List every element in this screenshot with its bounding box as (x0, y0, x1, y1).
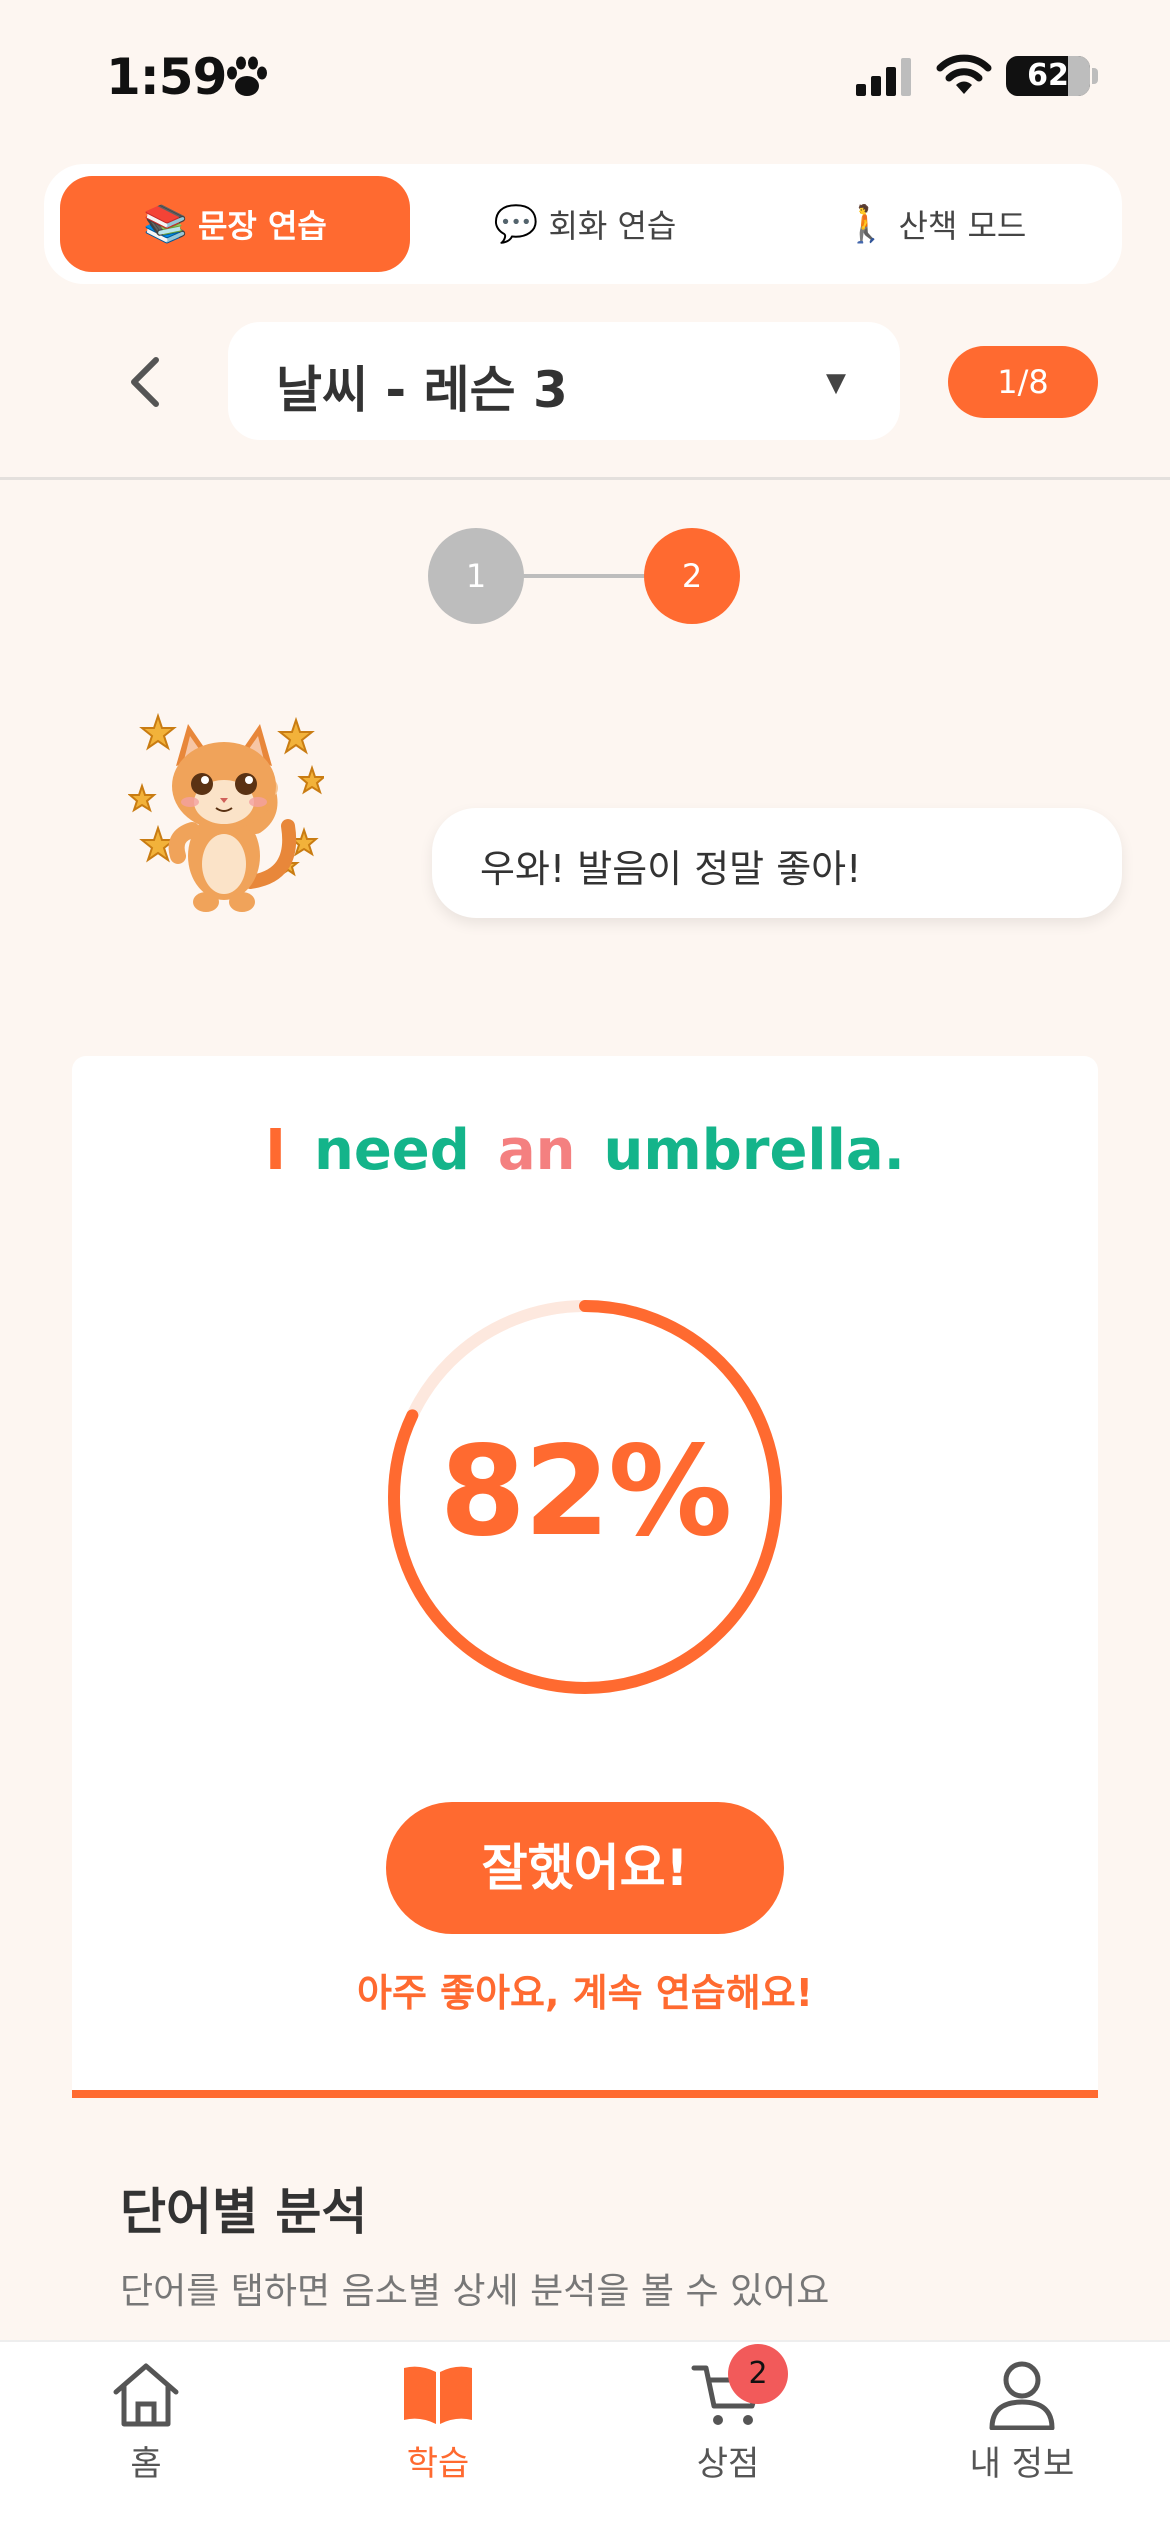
dropdown-caret-icon: ▼ (826, 368, 846, 398)
sentence-word[interactable]: need (314, 1118, 470, 1183)
step-connector (522, 574, 650, 578)
praise-button[interactable]: 잘했어요! (386, 1802, 784, 1934)
practice-sentence: Ineed an umbrella. (72, 1118, 1098, 1183)
tab-conversation-practice[interactable]: 💬 회화 연습 (410, 176, 760, 272)
lesson-title: 날씨 - 레슨 3 (276, 361, 568, 419)
praise-message: 아주 좋아요, 계속 연습해요! (356, 1971, 813, 2015)
result-card-bottom-bar (72, 2090, 1098, 2098)
user-icon (989, 2361, 1055, 2430)
nav-item-home[interactable]: 홈 (46, 2358, 246, 2485)
sentence-word[interactable]: umbrella. (604, 1118, 905, 1183)
mode-tabs: 📚 문장 연습 💬 회화 연습 🚶 산책 모드 (44, 164, 1122, 284)
tab-label: 산책 모드 (898, 207, 1027, 245)
walking-person-icon: 🚶 (843, 204, 889, 245)
status-time: 1:59 (106, 48, 227, 106)
battery-level: 62 (1027, 58, 1069, 93)
step-1[interactable]: 1 (428, 528, 524, 624)
lesson-progress-badge: 1/8 (948, 346, 1098, 418)
cellular-signal-icon (856, 58, 911, 96)
battery-tip (1092, 68, 1098, 84)
speech-bubble-icon: 💬 (493, 204, 539, 245)
speech-bubble-text: 우와! 발음이 정말 좋아! (480, 847, 862, 891)
cart-badge: 2 (728, 2344, 788, 2404)
tab-sentence-practice[interactable]: 📚 문장 연습 (60, 176, 410, 272)
sentence-word[interactable]: an (498, 1118, 576, 1183)
word-analysis-title: 단어별 분석 (120, 2183, 368, 2241)
tab-walk-mode[interactable]: 🚶 산책 모드 (760, 176, 1110, 272)
nav-item-learn[interactable]: 학습 (338, 2358, 538, 2485)
tab-label: 회화 연습 (548, 207, 677, 245)
nav-label: 상점 (696, 2444, 760, 2484)
wifi-icon (936, 54, 992, 94)
book-icon (404, 2366, 472, 2424)
nav-item-profile[interactable]: 내 정보 (922, 2358, 1122, 2485)
tab-label: 문장 연습 (197, 207, 327, 245)
nav-label: 내 정보 (969, 2444, 1075, 2484)
score-percentage: 82% (439, 1420, 733, 1564)
back-chevron-icon[interactable] (118, 350, 174, 414)
header-divider (0, 477, 1170, 480)
word-analysis-subtitle: 단어를 탭하면 음소별 상세 분석을 볼 수 있어요 (120, 2271, 830, 2312)
paw-icon (227, 56, 267, 96)
sentence-word[interactable]: I (265, 1118, 286, 1183)
nav-label: 홈 (130, 2444, 162, 2484)
cat-mascot-illustration (128, 712, 324, 912)
nav-label: 학습 (406, 2444, 470, 2484)
home-icon (113, 2363, 179, 2427)
books-icon: 📚 (143, 204, 188, 245)
step-2[interactable]: 2 (644, 528, 740, 624)
battery-icon: 62 (1006, 56, 1090, 96)
